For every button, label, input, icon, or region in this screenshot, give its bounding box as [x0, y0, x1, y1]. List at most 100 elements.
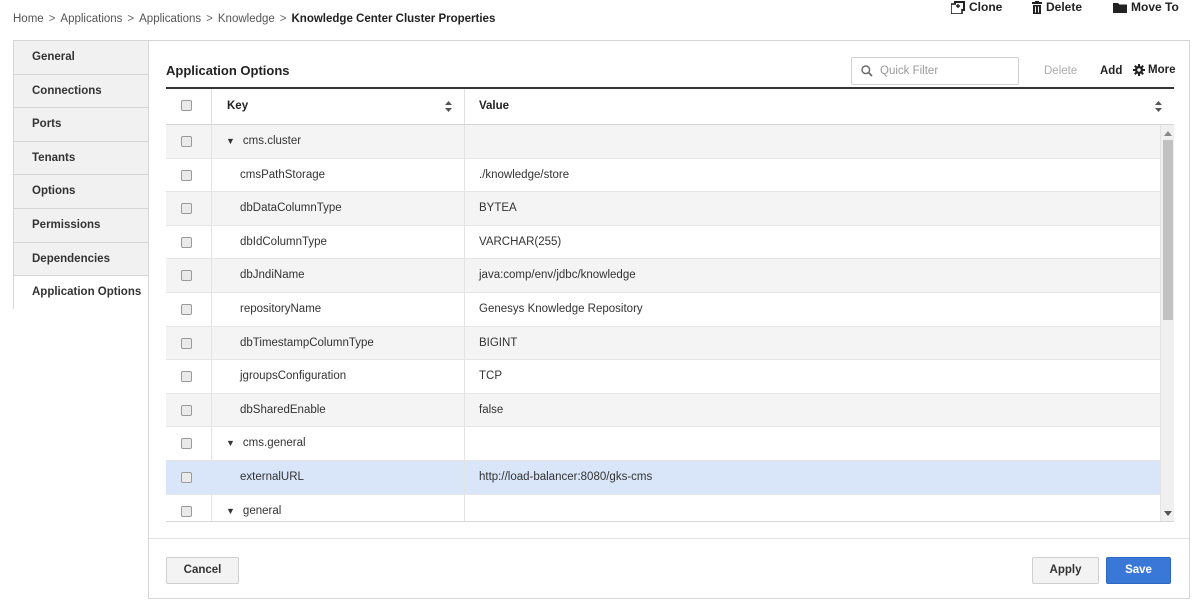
key-cell[interactable]: jgroupsConfiguration: [212, 360, 465, 393]
sidebar-nav: General Connections Ports Tenants Option…: [13, 40, 149, 310]
key-cell[interactable]: cmsPathStorage: [212, 158, 465, 192]
top-bar: Home > Applications > Applications > Knowledge…: [0, 0, 1200, 40]
value-cell[interactable]: Genesys Knowledge Repository: [465, 293, 1160, 326]
select-all-checkbox[interactable]: [181, 100, 192, 111]
row-checkbox[interactable]: [181, 203, 192, 215]
breadcrumb-home[interactable]: Home: [13, 13, 44, 25]
breadcrumb-separator: >: [206, 13, 213, 25]
value-cell[interactable]: http://load-balancer:8080/gks-cms: [465, 461, 1160, 494]
key-cell[interactable]: dbTimestampColumnType: [212, 326, 465, 360]
add-option-button[interactable]: Add: [1100, 65, 1122, 77]
breadcrumb-separator: >: [48, 13, 56, 25]
expand-caret-icon[interactable]: ▼: [226, 495, 235, 521]
key-cell[interactable]: dbJndiName: [212, 259, 465, 292]
column-header-value[interactable]: Value: [465, 89, 1174, 124]
value-cell[interactable]: BIGINT: [465, 327, 1160, 360]
key-cell[interactable]: ▼ cms.cluster: [212, 125, 465, 158]
value-cell[interactable]: java:comp/env/jdbc/knowledge: [465, 259, 1160, 292]
panel-title: Application Options: [166, 63, 290, 78]
expand-caret-icon[interactable]: ▼: [226, 125, 235, 158]
more-button[interactable]: More: [1133, 64, 1175, 76]
sidebar-item-tenants[interactable]: Tenants: [14, 141, 149, 176]
gear-icon: [1133, 64, 1145, 76]
table-row[interactable]: dbTimestampColumnType BIGINT: [166, 326, 1160, 361]
cancel-button[interactable]: Cancel: [166, 557, 239, 584]
sidebar-item-connections[interactable]: Connections: [14, 74, 149, 109]
row-checkbox[interactable]: [181, 270, 192, 282]
table-row[interactable]: cmsPathStorage ./knowledge/store: [166, 158, 1160, 193]
value-cell[interactable]: [465, 427, 1160, 460]
breadcrumb-separator: >: [279, 13, 287, 25]
save-button[interactable]: Save: [1106, 557, 1171, 584]
breadcrumb-knowledge[interactable]: Knowledge: [218, 13, 275, 25]
row-checkbox[interactable]: [181, 371, 192, 383]
expand-caret-icon[interactable]: ▼: [226, 427, 235, 460]
breadcrumb: Home > Applications > Applications > Knowledge…: [13, 13, 495, 25]
value-cell[interactable]: [465, 495, 1160, 521]
sidebar-item-ports[interactable]: Ports: [14, 108, 149, 142]
clone-button[interactable]: Clone: [951, 0, 1002, 14]
scroll-down-arrow-icon[interactable]: [1164, 511, 1172, 516]
table-row[interactable]: repositoryName Genesys Knowledge Reposito…: [166, 293, 1160, 327]
application-options-panel: Application Options Delete Add More: [148, 40, 1190, 599]
table-row[interactable]: dbDataColumnType BYTEA: [166, 192, 1160, 226]
column-header-key[interactable]: Key: [212, 89, 465, 124]
row-checkbox-cell: [166, 259, 212, 292]
row-checkbox[interactable]: [181, 169, 192, 181]
row-checkbox[interactable]: [181, 337, 192, 349]
sort-icon[interactable]: [445, 101, 452, 112]
table-row[interactable]: dbJndiName java:comp/env/jdbc/knowledge: [166, 259, 1160, 293]
sidebar-item-dependencies[interactable]: Dependencies: [14, 242, 149, 277]
header-checkbox-cell: [166, 89, 212, 124]
key-cell[interactable]: dbSharedEnable: [212, 393, 465, 427]
key-cell[interactable]: ▼ cms.general: [212, 427, 465, 460]
group-row[interactable]: ▼ cms.cluster: [166, 125, 1160, 159]
sidebar-item-general[interactable]: General: [14, 41, 149, 75]
breadcrumb-applications[interactable]: Applications: [60, 13, 122, 25]
key-cell[interactable]: externalURL: [212, 461, 465, 494]
row-checkbox[interactable]: [181, 505, 192, 517]
delete-button[interactable]: Delete: [1032, 0, 1082, 14]
table-row[interactable]: externalURL http://load-balancer:8080/gks…: [166, 461, 1160, 495]
row-checkbox[interactable]: [181, 136, 192, 147]
value-cell[interactable]: BYTEA: [465, 192, 1160, 225]
key-text: cmsPathStorage: [240, 168, 326, 181]
column-key-label: Key: [227, 100, 249, 112]
scroll-thumb[interactable]: [1163, 140, 1173, 320]
row-checkbox[interactable]: [181, 472, 192, 483]
row-checkbox[interactable]: [181, 438, 192, 450]
group-row[interactable]: ▼ cms.general: [166, 427, 1160, 461]
value-cell[interactable]: VARCHAR(255): [465, 226, 1160, 259]
row-checkbox[interactable]: [181, 304, 192, 315]
row-checkbox-cell: [166, 427, 212, 460]
table-row[interactable]: jgroupsConfiguration TCP: [166, 360, 1160, 394]
sort-icon[interactable]: [1155, 101, 1162, 112]
breadcrumb-applications-folder[interactable]: Applications: [139, 13, 201, 25]
key-cell[interactable]: repositoryName: [212, 293, 465, 326]
key-text: cms.cluster: [242, 135, 302, 147]
value-cell[interactable]: [465, 125, 1160, 158]
key-cell[interactable]: dbIdColumnType: [212, 225, 465, 259]
vertical-scrollbar[interactable]: [1160, 125, 1174, 521]
group-row[interactable]: ▼ general: [166, 494, 1160, 521]
key-cell[interactable]: dbDataColumnType: [212, 192, 465, 225]
sidebar-item-options[interactable]: Options: [14, 175, 149, 209]
row-checkbox[interactable]: [181, 404, 192, 416]
row-checkbox-cell: [166, 461, 212, 494]
row-checkbox[interactable]: [181, 236, 192, 248]
table-row[interactable]: dbIdColumnType VARCHAR(255): [166, 225, 1160, 260]
table-row[interactable]: dbSharedEnable false: [166, 393, 1160, 428]
key-text: general: [242, 504, 282, 517]
value-cell[interactable]: ./knowledge/store: [465, 159, 1160, 192]
quick-filter-input[interactable]: [880, 62, 1014, 80]
value-cell[interactable]: false: [465, 394, 1160, 427]
quick-filter[interactable]: [851, 57, 1019, 85]
value-cell[interactable]: TCP: [465, 360, 1160, 393]
delete-option-button[interactable]: Delete: [1044, 65, 1077, 77]
move-to-button[interactable]: Move To: [1113, 0, 1179, 14]
sidebar-item-permissions[interactable]: Permissions: [14, 208, 149, 243]
sidebar-item-application-options[interactable]: Application Options: [14, 276, 149, 310]
apply-button[interactable]: Apply: [1032, 557, 1099, 584]
key-cell[interactable]: ▼ general: [212, 494, 465, 521]
scroll-up-arrow-icon[interactable]: [1164, 131, 1172, 136]
